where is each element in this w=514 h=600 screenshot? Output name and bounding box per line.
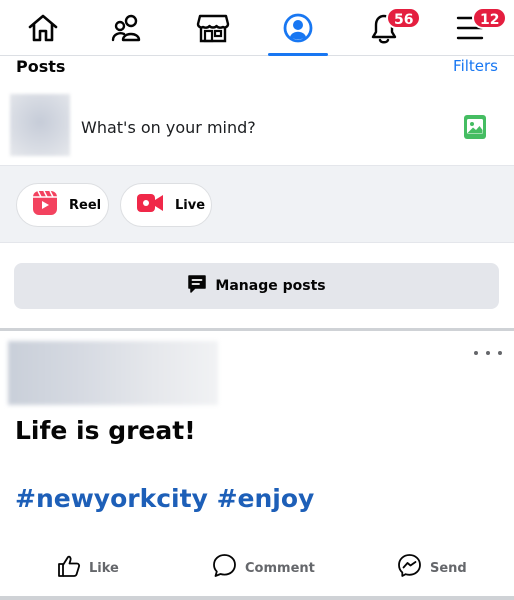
posts-header: Posts Filters	[0, 56, 514, 80]
avatar[interactable]	[10, 94, 70, 156]
top-nav-bar: 56 12	[0, 0, 514, 56]
bottom-divider	[0, 596, 514, 600]
live-video-icon	[137, 193, 163, 218]
reel-icon	[33, 190, 57, 220]
photo-icon[interactable]	[464, 115, 486, 144]
thumbs-up-icon	[57, 554, 81, 583]
send-button[interactable]: Send	[397, 551, 467, 585]
notification-badge: 56	[386, 7, 422, 29]
menu-badge: 12	[472, 7, 508, 29]
comment-label: Comment	[245, 560, 315, 576]
hashtag-link[interactable]: #newyorkcity	[15, 484, 208, 513]
post-actions-bar: Like Comment Send	[0, 551, 514, 585]
manage-posts-button[interactable]: Manage posts	[14, 263, 499, 309]
send-label: Send	[430, 560, 467, 576]
messenger-icon	[397, 553, 422, 583]
nav-notifications[interactable]: 56	[354, 0, 422, 56]
nav-profile[interactable]	[268, 0, 328, 56]
manage-posts-label: Manage posts	[215, 278, 326, 294]
hashtag-link[interactable]: #enjoy	[217, 484, 315, 513]
comment-button[interactable]: Comment	[212, 551, 315, 585]
nav-friends[interactable]	[97, 0, 157, 56]
manage-posts-section: Manage posts	[0, 243, 514, 328]
nav-home[interactable]	[13, 0, 73, 56]
marketplace-icon	[196, 12, 230, 44]
like-button[interactable]: Like	[57, 551, 119, 585]
post-card: Life is great! #newyorkcity #enjoy Like …	[0, 331, 514, 596]
composer-prompt[interactable]: What's on your mind?	[81, 118, 256, 137]
nav-marketplace[interactable]	[183, 0, 243, 56]
live-button[interactable]: Live	[120, 183, 212, 227]
friends-icon	[110, 13, 144, 43]
chat-bubble-icon	[187, 274, 207, 299]
live-label: Live	[175, 197, 206, 213]
more-options-icon[interactable]	[474, 343, 502, 363]
post-author-header[interactable]	[8, 341, 218, 405]
post-text: Life is great!	[15, 416, 196, 445]
create-actions-row: Reel Live	[0, 166, 514, 243]
post-hashtags: #newyorkcity #enjoy	[15, 484, 314, 513]
like-label: Like	[89, 560, 119, 576]
reel-button[interactable]: Reel	[16, 183, 109, 227]
filters-link[interactable]: Filters	[453, 57, 498, 75]
post-composer: What's on your mind?	[0, 86, 514, 166]
home-icon	[27, 13, 59, 43]
posts-title: Posts	[16, 57, 66, 76]
profile-icon	[283, 13, 313, 43]
comment-icon	[212, 553, 237, 583]
reel-label: Reel	[69, 197, 102, 213]
nav-menu[interactable]: 12	[440, 0, 508, 56]
